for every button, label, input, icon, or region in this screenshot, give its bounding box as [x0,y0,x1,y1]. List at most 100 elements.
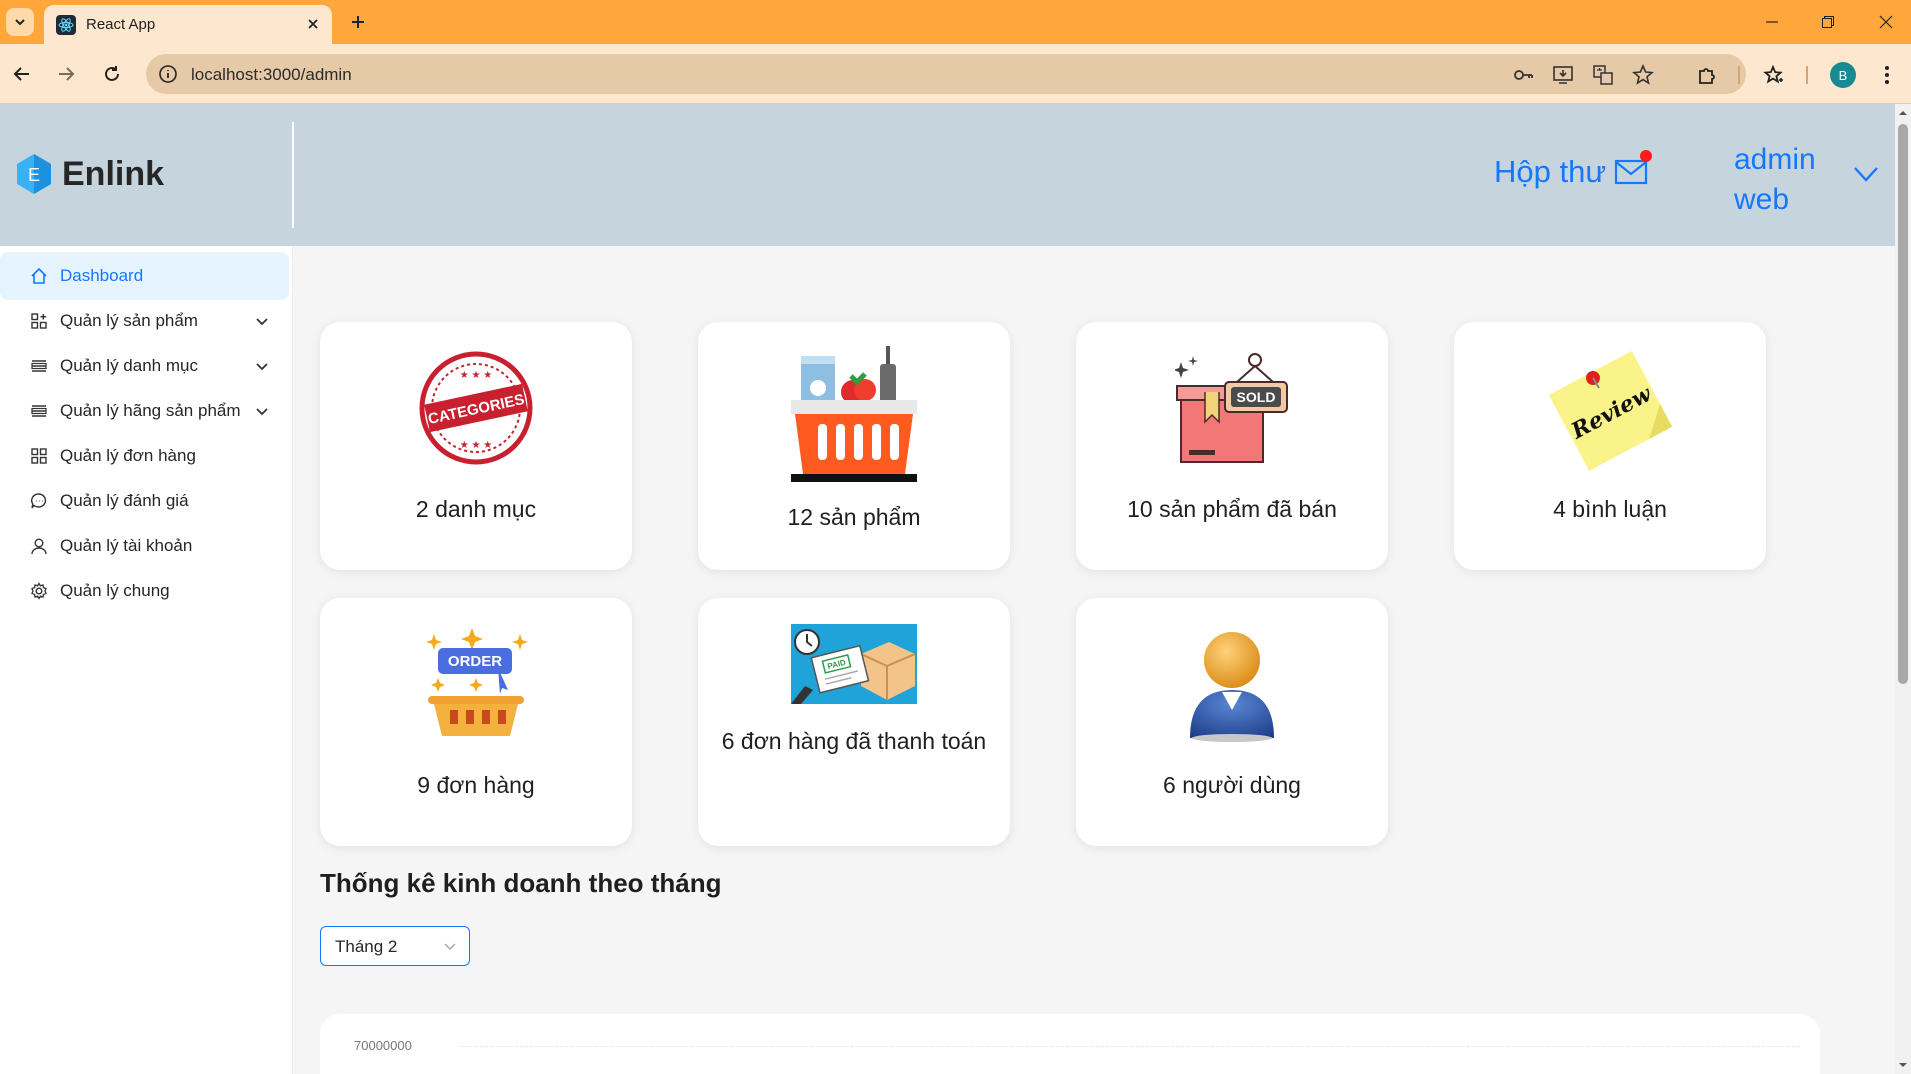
sidebar-item-brands[interactable]: Quản lý hãng sản phẩm [0,387,289,435]
page-scrollbar[interactable] [1895,104,1911,1074]
close-window-button[interactable] [1868,8,1904,36]
sold-box-icon: SOLD [1175,353,1288,463]
sidebar-item-reviews[interactable]: Quản lý đánh giá [0,477,289,525]
arrow-left-icon [13,67,29,81]
app-header: E Enlink Hộp thư admin web [0,104,1895,246]
svg-text:E: E [28,165,40,185]
arrow-right-icon [59,67,75,81]
chevron-down-icon [15,19,25,26]
install-app-icon[interactable] [1550,62,1576,88]
password-key-icon[interactable] [1510,62,1536,88]
user-name[interactable]: admin web [1734,140,1864,220]
month-select-value: Tháng 2 [335,937,398,956]
appstore-add-icon [30,312,48,330]
chevron-down-icon[interactable] [1852,162,1880,186]
tab-react-app[interactable]: React App [44,5,332,44]
section-title: Thống kê kinh doanh theo tháng [320,868,722,898]
sidebar-item-label: Dashboard [60,266,144,285]
toolbar-divider [1738,66,1740,84]
restore-button[interactable] [1810,8,1846,36]
profile-avatar[interactable]: B [1830,62,1856,88]
svg-text:★ ★ ★: ★ ★ ★ [460,440,492,451]
translate-icon[interactable] [1590,62,1616,88]
shopping-basket-icon [791,346,917,482]
inbox-label: Hộp thư [1494,154,1607,189]
sidebar-item-label: Quản lý sản phẩm [60,311,198,330]
sidebar-item-dashboard[interactable]: Dashboard [0,252,289,300]
sidebar-item-orders[interactable]: Quản lý đơn hàng [0,432,289,480]
chart-gridline [460,1046,1800,1047]
sidebar-item-label: Quản lý tài khoản [60,536,193,555]
minimize-button[interactable] [1754,8,1790,36]
sidebar-item-label: Quản lý đơn hàng [60,446,196,465]
home-icon [30,267,48,285]
forward-button[interactable] [50,58,82,90]
comment-icon [30,492,48,510]
stat-label: 4 bình luận [1553,496,1667,522]
stat-card-orders[interactable]: ORDER 9 đơn hàng [320,598,632,846]
stat-card-categories[interactable]: CATEGORIES ★ ★ ★ ★ ★ ★ 2 danh mục [320,322,632,570]
appstore-icon [30,447,48,465]
back-button[interactable] [6,58,38,90]
scroll-down-arrow-icon[interactable] [1898,1060,1908,1070]
scrollbar-thumb[interactable] [1898,124,1908,684]
sidebar-item-label: Quản lý chung [60,581,170,600]
month-select[interactable]: Tháng 2 [320,926,470,966]
tab-search-button[interactable] [6,8,34,36]
chevron-down-icon [444,943,456,951]
chart-y-tick-label: 70000000 [354,1038,412,1053]
sidebar: Dashboard Quản lý sản phẩm Quản lý danh … [0,246,293,1074]
chevron-down-icon [256,318,268,326]
reload-icon [105,66,119,81]
sidebar-item-settings[interactable]: Quản lý chung [0,567,289,615]
user-icon [30,537,48,555]
brand-name: Enlink [62,154,165,193]
sidebar-item-categories[interactable]: Quản lý danh mục [0,342,289,390]
stat-card-products[interactable]: 12 sản phẩm [698,322,1010,570]
stat-card-reviews[interactable]: Review 4 bình luận [1454,322,1766,570]
monthly-revenue-chart: 70000000 [320,1014,1820,1074]
stat-label: 2 danh mục [415,496,537,522]
stat-label: 6 đơn hàng đã thanh toán [721,728,987,754]
inbox-link[interactable]: Hộp thư [1494,150,1653,190]
list-icon [30,357,48,375]
chevron-down-icon [256,408,268,416]
brand-logo[interactable]: E Enlink [14,152,164,196]
stat-label: 12 sản phẩm [787,504,921,530]
url-text: localhost:3000/admin [191,65,352,84]
scroll-up-arrow-icon[interactable] [1898,108,1908,118]
toolbar-divider [1806,66,1808,84]
address-bar[interactable]: localhost:3000/admin [146,54,1746,94]
stat-label: 6 người dùng [1163,772,1301,798]
categories-stamp-icon: CATEGORIES ★ ★ ★ ★ ★ ★ [419,351,533,465]
site-info-icon[interactable] [156,62,180,86]
svg-text:ORDER: ORDER [448,653,502,670]
extensions-icon[interactable] [1692,60,1722,90]
minimize-icon [1766,21,1778,23]
stat-label: 9 đơn hàng [417,772,535,798]
restore-icon [1822,16,1834,28]
reload-button[interactable] [96,58,128,90]
sidebar-item-accounts[interactable]: Quản lý tài khoản [0,522,289,570]
review-note-icon: Review [1548,350,1673,471]
more-menu-icon[interactable] [1872,60,1902,90]
stat-label: 10 sản phẩm đã bán [1127,496,1337,522]
setting-icon [30,582,48,600]
paid-order-icon: PAID [791,624,917,704]
stat-card-users[interactable]: 6 người dùng [1076,598,1388,846]
bookmarks-icon[interactable] [1758,60,1788,90]
bookmark-star-icon[interactable] [1630,62,1656,88]
stat-card-paid-orders[interactable]: PAID 6 đơn hàng đã thanh toán [698,598,1010,846]
sidebar-item-products[interactable]: Quản lý sản phẩm [0,297,289,345]
new-tab-button[interactable] [344,8,372,36]
list-icon [30,402,48,420]
stat-card-sold[interactable]: SOLD 10 sản phẩm đã bán [1076,322,1388,570]
browser-toolbar: localhost:3000/admin B [0,44,1911,104]
order-basket-icon: ORDER [426,628,528,736]
user-avatar-icon [1190,632,1274,742]
react-logo-icon [56,15,76,35]
dashboard-main: CATEGORIES ★ ★ ★ ★ ★ ★ 2 danh mục 12 sản… [294,246,1895,1074]
close-icon [1879,15,1893,29]
close-tab-icon[interactable] [302,13,324,35]
svg-text:★ ★ ★: ★ ★ ★ [460,370,492,381]
